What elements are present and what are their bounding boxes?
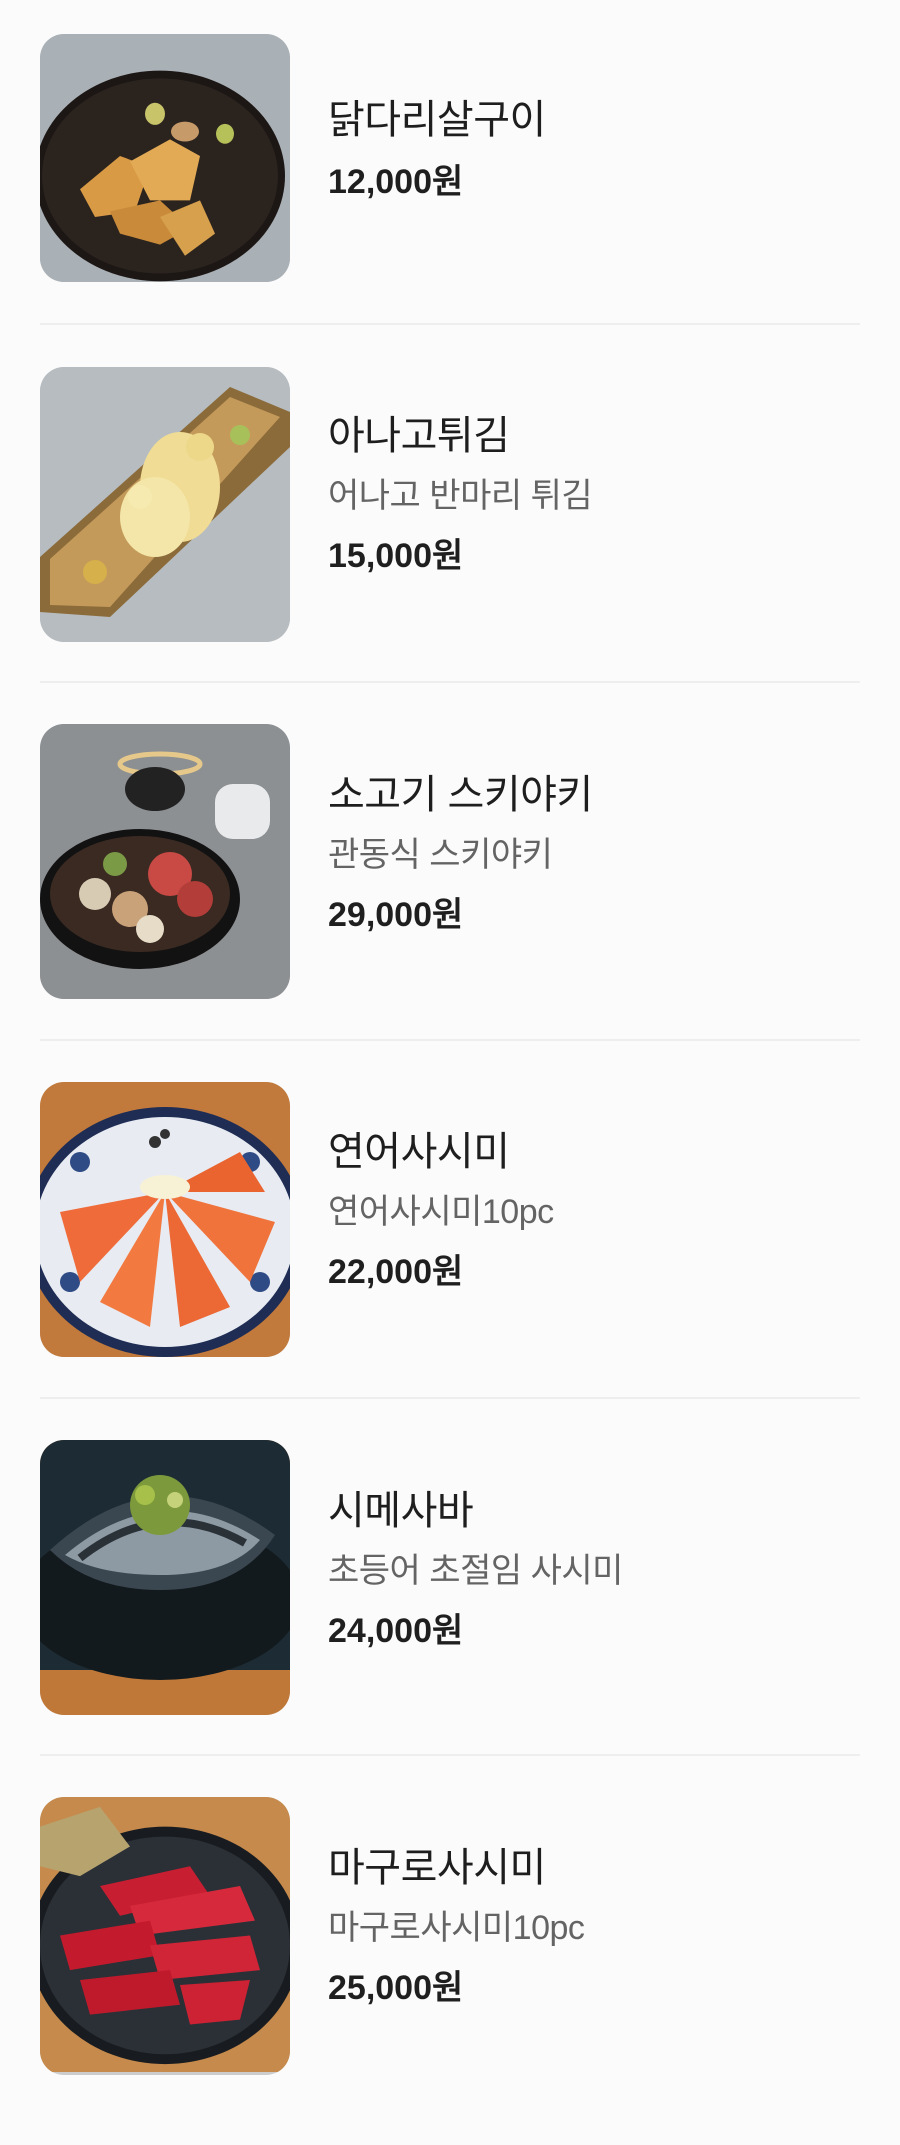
shime-saba-photo: [40, 1440, 290, 1715]
divider: [40, 1397, 860, 1399]
divider: [40, 323, 860, 325]
chicken-thigh-photo: [40, 34, 290, 282]
menu-item-price: 25,000원: [328, 1969, 464, 2007]
menu-item-price: 29,000원: [328, 896, 464, 934]
menu-item-price: 22,000원: [328, 1253, 464, 1291]
menu-list: 닭다리살구이 12,000원 아나고튀김 어나고 반마리 튀김 15,000원: [0, 0, 900, 2082]
menu-item-description: 어나고 반마리 튀김: [328, 477, 593, 515]
menu-item-shime-saba[interactable]: 시메사바 초등어 초절임 사시미 24,000원: [0, 1431, 900, 1788]
menu-item-salmon-sashimi[interactable]: 연어사시미 연어사시미10pc 22,000원: [0, 1073, 900, 1430]
menu-item-name: 시메사바: [328, 1489, 474, 1533]
divider: [40, 1754, 860, 1756]
divider: [40, 681, 860, 683]
menu-item-description: 관동식 스키야키: [328, 836, 553, 874]
anago-tempura-photo: [40, 367, 290, 642]
menu-item-description: 초등어 초절임 사시미: [328, 1552, 623, 1590]
menu-item-beef-sukiyaki[interactable]: 소고기 스키야키 관동식 스키야키 29,000원: [0, 715, 900, 1072]
menu-item-anago-tempura[interactable]: 아나고튀김 어나고 반마리 튀김 15,000원: [0, 357, 900, 714]
menu-item-name: 마구로사시미: [328, 1846, 546, 1890]
maguro-sashimi-photo: [40, 1797, 290, 2075]
menu-item-chicken-thigh[interactable]: 닭다리살구이 12,000원: [0, 0, 900, 357]
menu-item-price: 15,000원: [328, 537, 464, 575]
menu-item-maguro-sashimi[interactable]: 마구로사시미 마구로사시미10pc 25,000원: [0, 1788, 900, 2145]
salmon-sashimi-photo: [40, 1082, 290, 1357]
divider: [40, 1039, 860, 1041]
menu-item-name: 닭다리살구이: [328, 98, 546, 142]
menu-item-name: 아나고튀김: [328, 414, 510, 458]
menu-item-price: 12,000원: [328, 163, 464, 201]
menu-item-price: 24,000원: [328, 1612, 464, 1650]
beef-sukiyaki-photo: [40, 724, 290, 999]
menu-item-description: 연어사시미10pc: [328, 1193, 554, 1231]
menu-item-name: 소고기 스키야키: [328, 773, 593, 817]
menu-item-name: 연어사시미: [328, 1130, 510, 1174]
menu-item-description: 마구로사시미10pc: [328, 1909, 585, 1947]
